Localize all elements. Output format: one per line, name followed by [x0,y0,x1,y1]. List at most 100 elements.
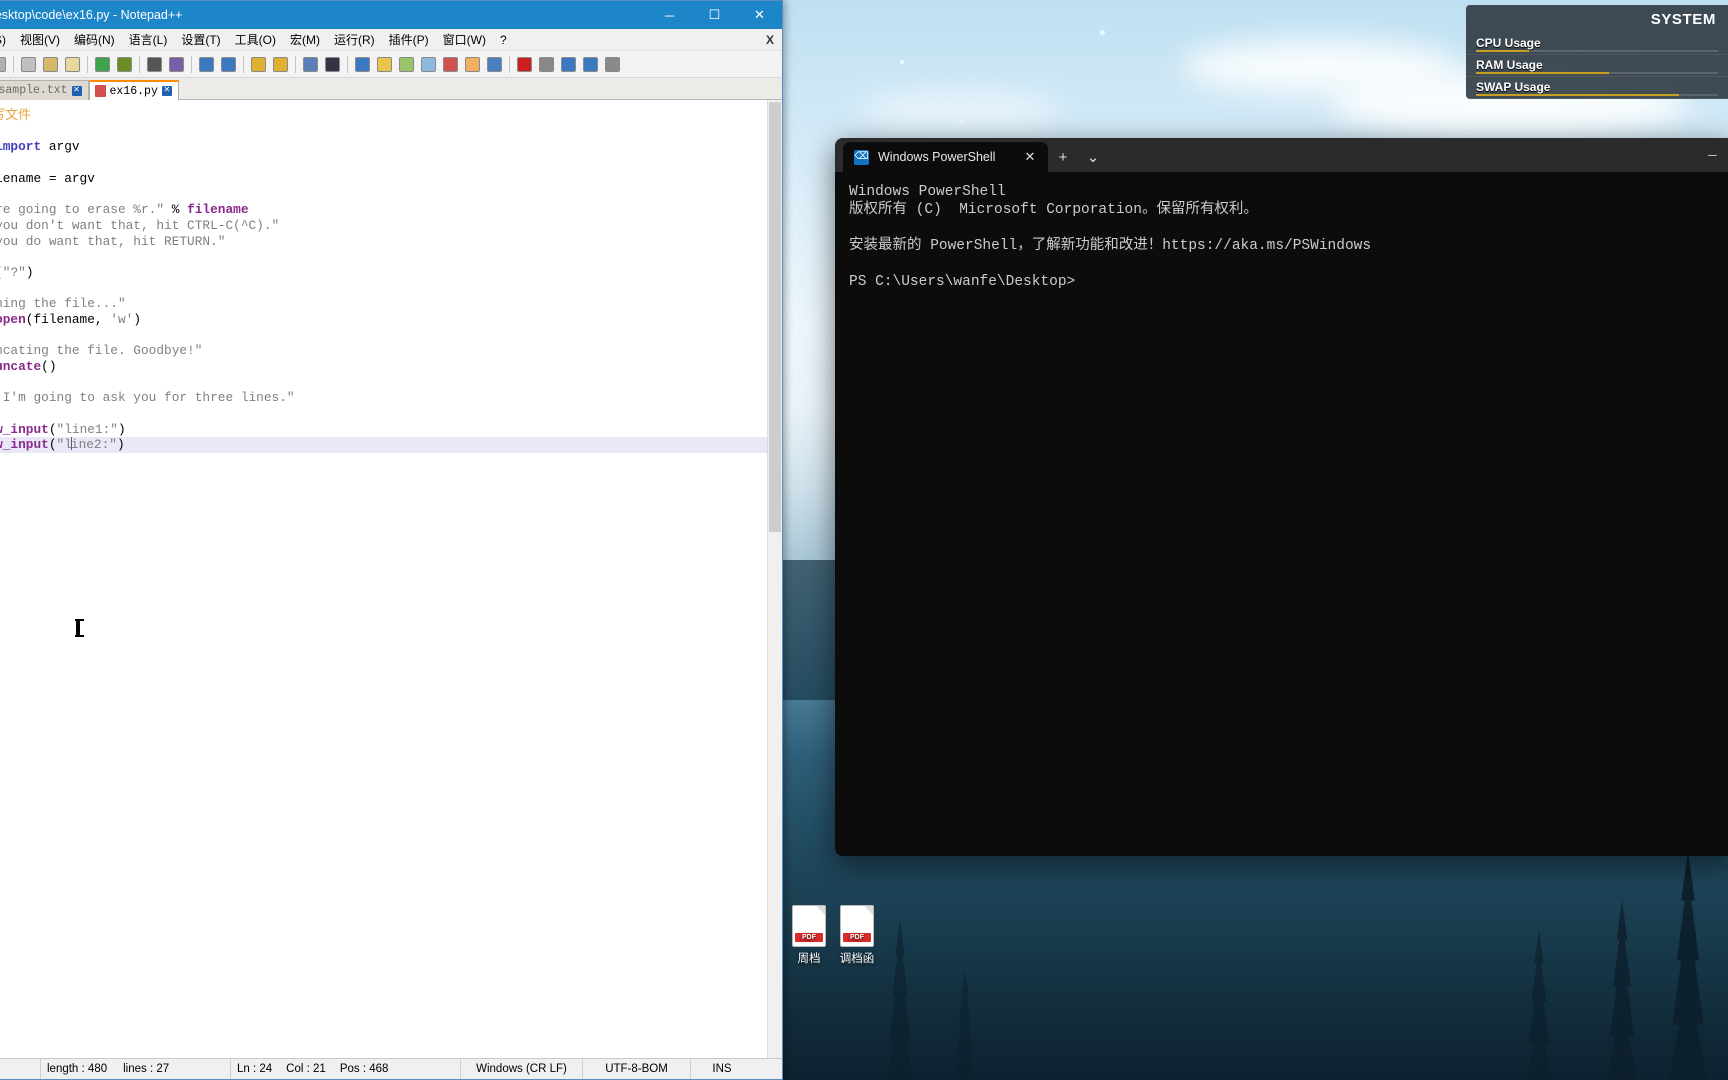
code-line-17[interactable] [0,375,782,391]
zoom-out-icon[interactable] [218,54,239,75]
menu-item-11[interactable]: ? [493,31,514,49]
udl-dialog-icon[interactable] [374,54,395,75]
stop-macro-icon[interactable] [536,54,557,75]
zoom-out-icon-glyph [221,56,236,72]
close-tab-icon[interactable]: ✕ [161,86,172,96]
menu-item-7[interactable]: 宏(M) [283,29,327,50]
doc-map-icon-glyph [399,56,414,72]
menu-item-10[interactable]: 窗口(W) [436,29,493,50]
show-all-chars-icon[interactable] [322,54,343,75]
document-tab-0[interactable]: ex15_sample.txt✕ [0,80,89,100]
code-line-16[interactable]: get.truncate() [0,359,782,375]
folder-workspace-icon[interactable] [440,54,461,75]
toolbar[interactable] [0,51,782,78]
powershell-tab-label: Windows PowerShell [878,150,996,164]
record-macro-icon[interactable] [514,54,535,75]
powershell-window[interactable]: ⌫ Windows PowerShell ✕ + ⌄ ─ Windows Pow… [835,138,1728,856]
close-tab-icon[interactable]: ✕ [71,85,82,96]
code-line-15[interactable]: t "Truncating the file. Goodbye!" [0,343,782,359]
cut-icon[interactable] [18,54,39,75]
sync-horizontal-icon[interactable] [270,54,291,75]
editor-area[interactable]: 16: 读写文件 n sys import argv pt, filename … [0,100,782,1058]
code-line-9[interactable] [0,249,782,265]
menu-bar[interactable]: )搜索(S)视图(V)编码(N)语言(L)设置(T)工具(O)宏(M)运行(R)… [0,29,782,51]
code-line-18[interactable]: t "Now I'm going to ask you for three li… [0,390,782,406]
print-icon[interactable] [0,54,9,75]
code-line-14[interactable] [0,328,782,344]
code-line-1[interactable] [0,124,782,140]
code-line-7[interactable]: t "If you don't want that, hit CTRL-C(^C… [0,218,782,234]
code-line-19[interactable] [0,406,782,422]
code-line-12[interactable]: t "Opening the file..." [0,296,782,312]
code-line-13[interactable]: get = open(filename, 'w') [0,312,782,328]
play-multiple-icon[interactable] [580,54,601,75]
close-document-icon[interactable]: X [766,33,774,47]
menu-item-1[interactable]: 搜索(S) [0,29,13,50]
word-wrap-icon-glyph [303,56,318,72]
desktop-icon-1[interactable]: 调档函 [820,905,894,966]
code-line-3[interactable] [0,155,782,171]
sysmon-row-label: SWAP Usage [1476,80,1551,94]
play-macro-icon[interactable] [558,54,579,75]
console-line-5: PS C:\Users\wanfe\Desktop> [849,274,1076,290]
vertical-scrollbar[interactable] [767,100,782,1058]
close-tab-icon[interactable]: ✕ [1022,149,1038,165]
code-line-2[interactable]: n sys import argv [0,139,782,155]
menu-item-2[interactable]: 视图(V) [13,29,67,50]
code-line-11[interactable] [0,281,782,297]
replace-icon[interactable] [166,54,187,75]
monitor-icon[interactable] [484,54,505,75]
indent-guide-icon[interactable] [352,54,373,75]
paste-icon[interactable] [62,54,83,75]
document-tab-bar[interactable]: ex15_sample.txt✕ex16.py✕ [0,78,782,100]
minimize-button[interactable]: ─ [1690,138,1728,172]
code-line-5[interactable] [0,186,782,202]
code-editor[interactable]: 16: 读写文件 n sys import argv pt, filename … [0,100,782,1058]
undo-icon[interactable] [92,54,113,75]
tree-silhouette [1526,930,1552,1080]
status-encoding[interactable]: UTF-8-BOM [583,1059,691,1079]
sync-vertical-icon[interactable] [248,54,269,75]
menu-item-4[interactable]: 语言(L) [122,29,175,50]
word-wrap-icon[interactable] [300,54,321,75]
menu-item-5[interactable]: 设置(T) [174,29,227,50]
sysmon-usage-fill [1476,50,1530,52]
minimize-button[interactable]: ─ [647,1,692,29]
menu-item-3[interactable]: 编码(N) [67,29,122,50]
powershell-titlebar[interactable]: ⌫ Windows PowerShell ✕ + ⌄ ─ [835,138,1728,172]
zoom-in-icon[interactable] [196,54,217,75]
code-line-6[interactable]: t "We're going to erase %r." % filename [0,202,782,218]
function-list-icon[interactable] [418,54,439,75]
menu-item-9[interactable]: 插件(P) [382,29,436,50]
code-line-4[interactable]: pt, filename = argv [0,171,782,187]
copy-icon[interactable] [40,54,61,75]
status-insert-mode[interactable]: INS [691,1059,753,1079]
menu-item-8[interactable]: 运行(R) [327,29,382,50]
notepadpp-titlebar[interactable]: wanfe\Desktop\code\ex16.py - Notepad++ ─… [0,1,782,29]
code-line-20[interactable]: 1 = raw_input("line1:") [0,422,782,438]
save-macro-icon[interactable] [602,54,623,75]
folder-close-icon[interactable] [462,54,483,75]
find-icon[interactable] [144,54,165,75]
close-button[interactable]: ✕ [737,1,782,29]
new-tab-icon[interactable]: + [1048,142,1078,172]
scrollbar-thumb[interactable] [769,102,781,532]
notepadpp-window[interactable]: wanfe\Desktop\code\ex16.py - Notepad++ ─… [0,0,783,1080]
code-line-10[interactable]: _input("?") [0,265,782,281]
chevron-down-icon[interactable]: ⌄ [1078,142,1108,172]
powershell-tab[interactable]: ⌫ Windows PowerShell ✕ [843,142,1048,172]
code-line-21[interactable]: 1 = raw_input("line2:") [0,437,782,454]
code-line-0[interactable]: 16: 读写文件 [0,108,782,124]
maximize-button[interactable]: ☐ [692,1,737,29]
powershell-window-controls: ─ [1690,138,1728,172]
system-monitor-widget[interactable]: SYSTEM CPU Usage RAM Usage SWAP Usage [1466,5,1728,99]
status-eol[interactable]: Windows (CR LF) [461,1059,583,1079]
redo-icon[interactable] [114,54,135,75]
powershell-console-output[interactable]: Windows PowerShell 版权所有 (C) Microsoft Cor… [835,172,1728,302]
doc-map-icon[interactable] [396,54,417,75]
document-tab-1[interactable]: ex16.py ✕ [88,80,179,100]
toolbar-separator [509,55,510,73]
menu-item-6[interactable]: 工具(O) [228,29,283,50]
code-line-8[interactable]: t "If you do want that, hit RETURN." [0,234,782,250]
